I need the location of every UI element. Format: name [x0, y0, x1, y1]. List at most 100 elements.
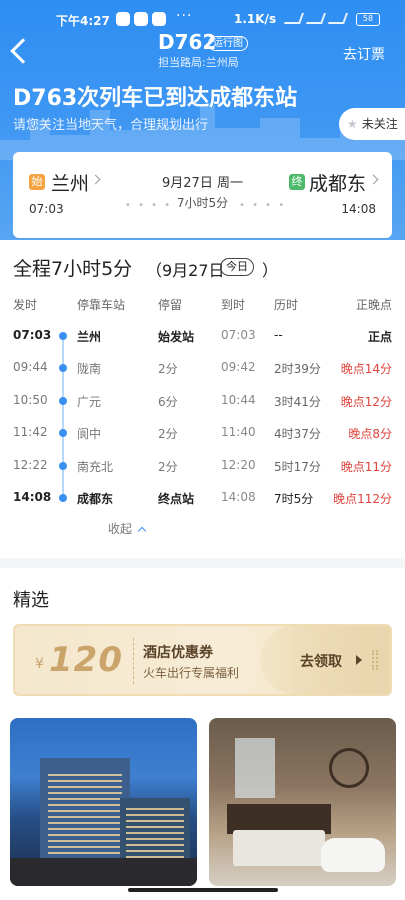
hotel-photo-room[interactable]: [209, 718, 396, 886]
coupon-amount: 120: [49, 640, 123, 680]
col-header-elapsed: 历时: [274, 298, 299, 312]
col-header-station: 停靠车站: [77, 298, 126, 312]
arrival-notice: D763次列车已到达成都东站: [13, 86, 298, 111]
departure-time-cell: 11:42: [13, 425, 48, 439]
arrival-time-cell: 09:42: [221, 360, 256, 374]
timeline-node: [59, 364, 67, 372]
network-speed: 1.1K/s: [234, 12, 277, 26]
home-indicator[interactable]: [128, 888, 278, 892]
departure-time-cell: 09:44: [13, 360, 48, 374]
picks-section: 精选 ¥ 120 酒店优惠券 火车出行专属福利 去领取: [0, 568, 405, 900]
chevron-up-icon: [137, 526, 147, 536]
arrival-time-cell: 10:44: [221, 393, 256, 407]
schedule-title: 全程7小时5分: [13, 258, 133, 280]
wifi-icon: [327, 13, 349, 24]
collapse-label: 收起: [108, 522, 133, 536]
timeline-node: [59, 429, 67, 437]
schedule-date-close: ）: [262, 261, 279, 280]
claim-label: 去领取: [300, 654, 342, 670]
bathtub-shape: [321, 838, 385, 872]
coupon-currency: ¥: [35, 656, 44, 672]
departure-time-cell: 07:03: [13, 328, 52, 342]
timeline-node: [59, 494, 67, 502]
station-cell: 南充北: [77, 460, 114, 474]
elapsed-cell: 5时17分: [274, 460, 321, 474]
col-header-stop: 停留: [158, 298, 183, 312]
stop-duration-cell: 2分: [158, 362, 178, 376]
status-bar: 下午4:27 ··· 1.1K/s 58: [0, 8, 405, 32]
room-decor: [329, 748, 369, 788]
back-arrow-icon[interactable]: [10, 38, 36, 64]
arrival-time-cell: 07:03: [221, 328, 256, 342]
bureau-label: 担当路局:兰州局: [158, 56, 239, 69]
coupon-name: 酒店优惠券: [143, 645, 213, 661]
picks-title: 精选: [13, 590, 49, 611]
collapse-button[interactable]: 收起: [108, 520, 147, 537]
follow-button[interactable]: ★ 未关注: [339, 108, 405, 140]
coupon-desc: 火车出行专属福利: [143, 666, 240, 680]
coupon-divider: [133, 638, 134, 684]
bed-shape: [233, 830, 325, 866]
schedule-date: （9月27日: [146, 261, 225, 280]
arrival-time-cell: 11:40: [221, 425, 256, 439]
delay-status-cell: 晚点14分: [340, 362, 392, 376]
qq-icon: [152, 12, 166, 26]
col-header-arrival: 到时: [221, 298, 246, 312]
follow-label: 未关注: [361, 117, 398, 131]
delay-status-cell: 正点: [367, 330, 392, 344]
dots-decoration: • • • •: [239, 200, 287, 211]
terminal-badge: 终: [289, 174, 305, 190]
delay-status-cell: 晚点112分: [333, 492, 392, 506]
stop-duration-cell: 2分: [158, 460, 178, 474]
room-window: [235, 738, 275, 798]
signal-icon: [305, 13, 327, 24]
stop-duration-cell: 终点站: [158, 492, 195, 506]
timeline-node: [59, 397, 67, 405]
hotel-photo-exterior[interactable]: [10, 718, 197, 886]
stop-duration-cell: 始发站: [158, 330, 195, 344]
timeline-node: [59, 332, 67, 340]
terminal-station[interactable]: 成都东: [309, 169, 366, 196]
departure-time-cell: 12:22: [13, 458, 48, 472]
departure-time-cell: 10:50: [13, 393, 48, 407]
station-cell: 成都东: [77, 492, 114, 506]
alarm-icon: [283, 13, 305, 24]
hotel-coupon-card[interactable]: ¥ 120 酒店优惠券 火车出行专属福利 去领取: [13, 624, 392, 696]
status-time: 下午4:27: [56, 14, 110, 28]
station-cell: 陇南: [77, 362, 102, 376]
elapsed-cell: 2时39分: [274, 362, 321, 376]
col-header-status: 正晚点: [355, 298, 392, 312]
buy-ticket-button[interactable]: 去订票: [343, 44, 385, 64]
arrival-time: 14:08: [341, 202, 376, 216]
play-arrow-icon: [356, 655, 362, 665]
route-map-tag[interactable]: 运行图: [208, 36, 248, 51]
trip-duration: 7小时5分: [176, 196, 229, 210]
elapsed-cell: --: [274, 328, 283, 342]
stop-duration-cell: 2分: [158, 427, 178, 441]
delay-status-cell: 晚点8分: [348, 427, 392, 441]
status-icons: [283, 13, 349, 24]
status-app-icons: [116, 12, 166, 26]
trip-summary-card: 始 兰州 07:03 9月27日 周一 • • • • 7小时5分 • • • …: [13, 152, 392, 238]
timeline-node: [59, 462, 67, 470]
station-cell: 兰州: [77, 330, 102, 344]
elapsed-cell: 4时37分: [274, 427, 321, 441]
arrival-time-cell: 12:20: [221, 458, 256, 472]
weather-tip: 请您关注当地天气，合理规划出行: [13, 118, 209, 133]
stop-duration-cell: 6分: [158, 395, 178, 409]
battery-icon: 58: [356, 13, 380, 26]
star-icon: ★: [347, 117, 358, 131]
more-notifications-icon: ···: [176, 8, 193, 24]
wechat-icon: [134, 12, 148, 26]
claim-coupon-button[interactable]: 去领取: [260, 626, 390, 694]
today-badge: 今日: [220, 258, 254, 276]
arrival-time-cell: 14:08: [221, 490, 256, 504]
building-windows: [126, 808, 184, 858]
departure-time-cell: 14:08: [13, 490, 52, 504]
street-shape: [10, 858, 197, 886]
delay-status-cell: 晚点11分: [340, 460, 392, 474]
schedule-section: 全程7小时5分 （9月27日 今日 ） 发时 停靠车站 停留 到时 历时 正晚点…: [0, 240, 405, 558]
station-cell: 广元: [77, 395, 102, 409]
wechat-icon: [116, 12, 130, 26]
elapsed-cell: 7时5分: [274, 492, 314, 506]
